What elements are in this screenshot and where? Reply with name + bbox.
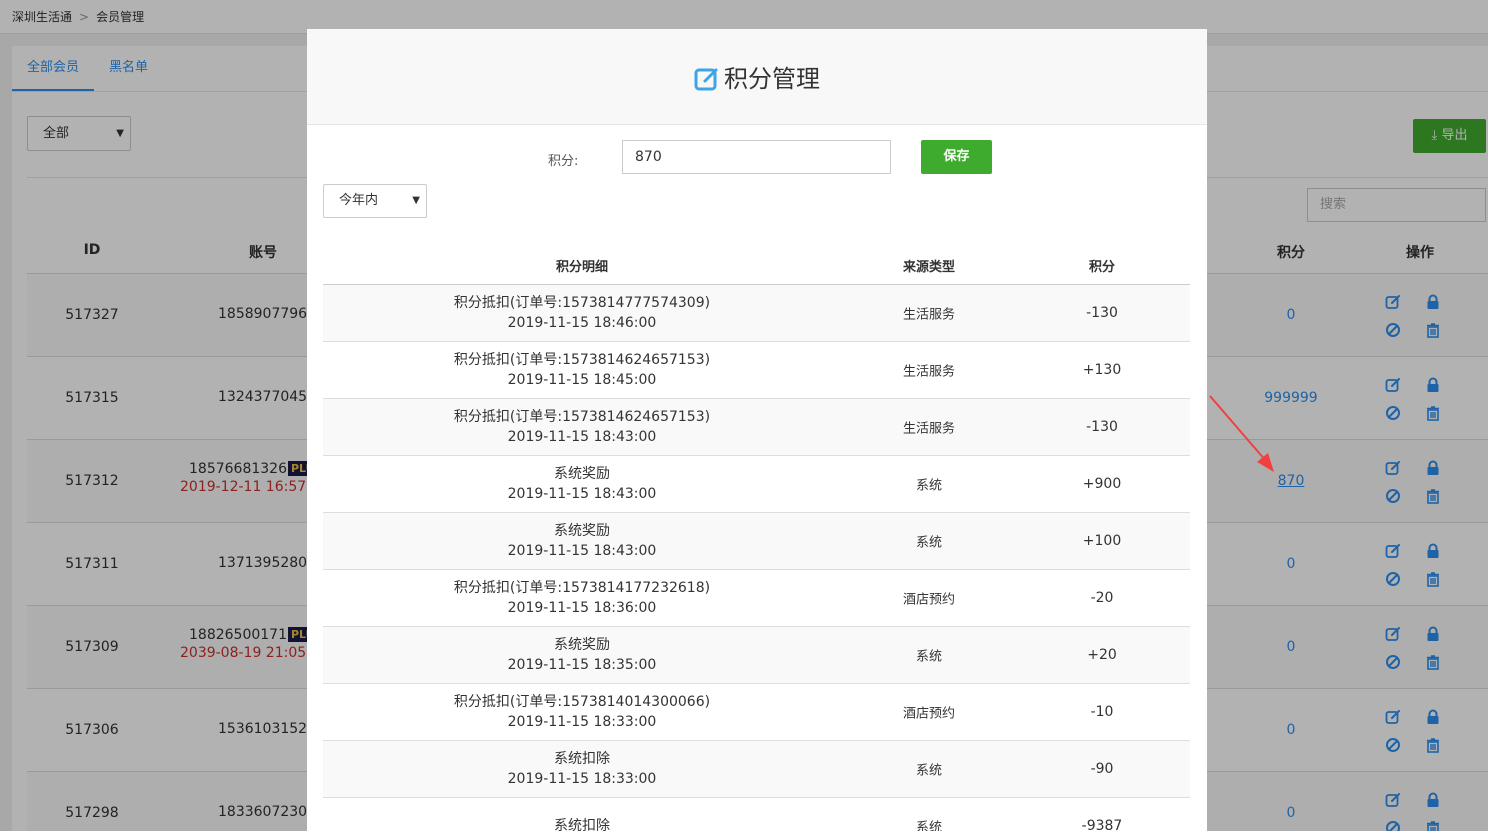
modal-title-text: 积分管理 [724, 65, 820, 93]
source-type: 系统 [915, 478, 943, 494]
points-change: +130 [1082, 362, 1122, 378]
time-range-value: 今年内 [339, 193, 379, 208]
points-detail-row: 系统扣除 2019-11-15 18:33:00 系统 -90 [323, 741, 1190, 798]
points-detail-row: 积分抵扣(订单号:1573814624657153) 2019-11-15 18:… [323, 399, 1190, 456]
detail-description: 积分抵扣(订单号:1573814624657153) [453, 352, 711, 368]
detail-time: 2019-11-15 18:43:00 [507, 429, 657, 445]
points-detail-header: 积分明细 来源类型 积分 [323, 243, 1190, 285]
points-change: +900 [1082, 476, 1122, 492]
save-button[interactable]: 保存 [921, 140, 992, 174]
points-detail-row: 系统奖励 2019-11-15 18:43:00 系统 +900 [323, 456, 1190, 513]
detail-time: 2019-11-15 18:35:00 [507, 657, 657, 673]
points-detail: 积分抵扣(订单号:1573814777574309) 2019-11-15 18:… [454, 293, 710, 333]
points-detail: 积分抵扣(订单号:1573814624657153) 2019-11-15 18:… [454, 350, 710, 390]
points-input[interactable]: 870 [622, 140, 891, 174]
detail-description: 积分抵扣(订单号:1573814014300066) [453, 694, 711, 710]
points-detail-row: 积分抵扣(订单号:1573814624657153) 2019-11-15 18:… [323, 342, 1190, 399]
column-header-source: 来源类型 [902, 260, 956, 275]
detail-time: 2019-11-15 18:45:00 [507, 372, 657, 388]
points-detail: 系统扣除 [554, 816, 610, 831]
points-detail: 系统奖励 2019-11-15 18:35:00 [508, 635, 657, 675]
source-type: 系统 [915, 763, 943, 779]
points-change: -130 [1086, 305, 1118, 321]
points-detail-table: 积分明细 来源类型 积分 积分抵扣(订单号:1573814777574309) 2… [323, 243, 1190, 831]
modal-header: 积分管理 [307, 29, 1207, 125]
points-detail-row: 积分抵扣(订单号:1573814777574309) 2019-11-15 18:… [323, 285, 1190, 342]
points-change: -130 [1086, 419, 1118, 435]
detail-time: 2019-11-15 18:43:00 [507, 486, 657, 502]
detail-description: 积分抵扣(订单号:1573814777574309) [453, 295, 711, 311]
source-type: 系统 [915, 820, 943, 831]
modal-title: 积分管理 [694, 59, 820, 94]
source-type: 生活服务 [902, 307, 956, 323]
detail-time: 2019-11-15 18:33:00 [507, 714, 657, 730]
source-type: 生活服务 [902, 421, 956, 437]
source-type: 系统 [915, 535, 943, 551]
detail-description: 系统奖励 [553, 637, 610, 653]
source-type: 生活服务 [902, 364, 956, 380]
detail-time: 2019-11-15 18:43:00 [507, 543, 657, 559]
points-detail-row: 系统奖励 2019-11-15 18:43:00 系统 +100 [323, 513, 1190, 570]
points-detail-row: 积分抵扣(订单号:1573814014300066) 2019-11-15 18:… [323, 684, 1190, 741]
detail-description: 积分抵扣(订单号:1573814177232618) [453, 580, 711, 596]
points-label: 积分: [548, 154, 579, 169]
detail-time: 2019-11-15 18:33:00 [507, 771, 657, 787]
detail-description: 积分抵扣(订单号:1573814624657153) [453, 409, 711, 425]
detail-description: 系统奖励 [553, 523, 610, 539]
caret-down-icon: ▼ [412, 195, 420, 206]
edit-icon [694, 66, 720, 92]
points-management-modal: 积分管理 积分: 870 保存 今年内 ▼ 积分明细 来源类型 积分 积分抵扣(… [307, 29, 1207, 831]
detail-time: 2019-11-15 18:36:00 [507, 600, 657, 616]
points-detail: 系统奖励 2019-11-15 18:43:00 [508, 521, 657, 561]
detail-time: 2019-11-15 18:46:00 [507, 315, 657, 331]
source-type: 系统 [915, 649, 943, 665]
detail-description: 系统扣除 [554, 818, 610, 831]
points-change: +20 [1087, 647, 1117, 663]
time-range-select[interactable]: 今年内 ▼ [323, 184, 427, 218]
column-header-detail: 积分明细 [555, 260, 609, 275]
points-detail-row: 积分抵扣(订单号:1573814177232618) 2019-11-15 18:… [323, 570, 1190, 627]
source-type: 酒店预约 [902, 592, 956, 608]
detail-description: 系统奖励 [553, 466, 610, 482]
detail-description: 系统扣除 [553, 751, 610, 767]
points-detail: 系统奖励 2019-11-15 18:43:00 [508, 464, 657, 504]
points-detail: 积分抵扣(订单号:1573814624657153) 2019-11-15 18:… [454, 407, 710, 447]
source-type: 酒店预约 [902, 706, 956, 722]
points-detail: 积分抵扣(订单号:1573814177232618) 2019-11-15 18:… [454, 578, 710, 618]
points-change: -10 [1090, 704, 1114, 720]
points-detail-row: 系统奖励 2019-11-15 18:35:00 系统 +20 [323, 627, 1190, 684]
points-detail: 积分抵扣(订单号:1573814014300066) 2019-11-15 18:… [454, 692, 710, 732]
column-header-points: 积分 [1088, 260, 1116, 275]
points-change: -90 [1090, 761, 1114, 777]
points-detail: 系统扣除 2019-11-15 18:33:00 [508, 749, 657, 789]
points-change: -20 [1090, 590, 1114, 606]
points-detail-row: 系统扣除 系统 -9387 [323, 798, 1190, 831]
points-change: +100 [1082, 533, 1122, 549]
points-change: -9387 [1081, 818, 1123, 831]
